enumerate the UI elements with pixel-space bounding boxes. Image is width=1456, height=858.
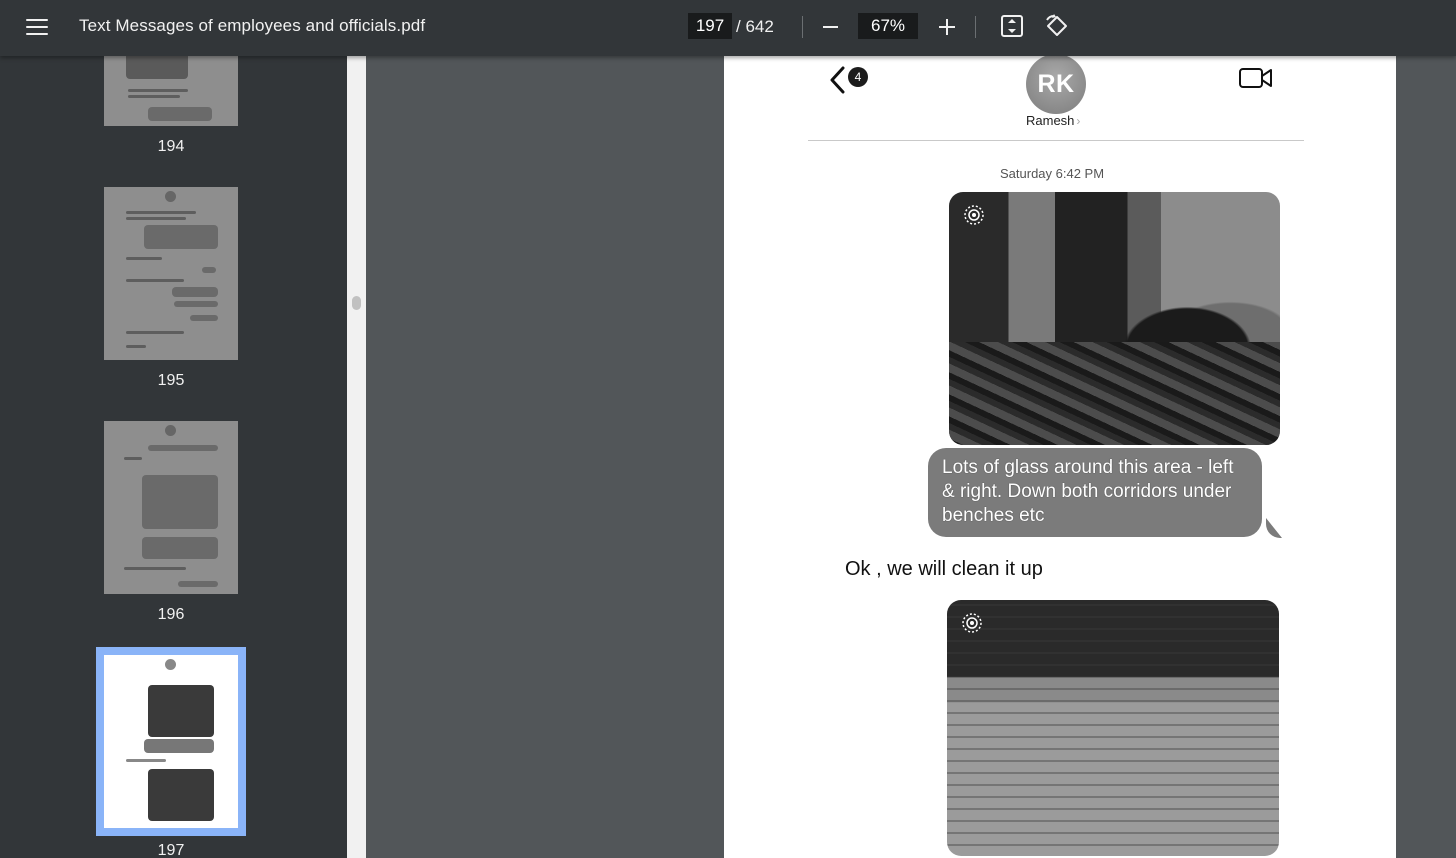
zoom-level-input[interactable]: 67% [858,13,918,39]
message-timestamp: Saturday 6:42 PM [1000,166,1105,181]
thumbnail-image [104,421,238,594]
incoming-message-bubble: Lots of glass around this area - left & … [928,448,1262,537]
header-divider [808,140,1304,141]
chevron-right-icon: › [1076,114,1081,128]
zoom-in-button[interactable] [936,14,958,38]
message-photo [947,600,1279,856]
live-photo-icon [963,204,985,231]
video-camera-icon [1239,67,1273,94]
page-total: / 642 [736,17,774,36]
page-number-input[interactable]: 197 [688,13,732,39]
document-title: Text Messages of employees and officials… [79,16,426,35]
sidebar-scrollbar-track[interactable] [347,56,366,858]
toolbar-divider [802,16,803,38]
fit-to-page-icon[interactable] [1000,14,1024,43]
thumbnail-image-active [96,647,246,836]
thumbnail-page-194[interactable]: 194 [104,56,238,155]
thumbnail-sidebar: 194 195 196 197 [0,56,347,858]
bubble-tail [1266,518,1282,538]
outgoing-message: Ok , we will clean it up [845,558,1043,580]
pdf-toolbar: Text Messages of employees and officials… [0,0,1456,56]
unread-count-badge: 4 [848,67,868,87]
rotate-icon[interactable] [1045,14,1069,43]
message-photo [949,192,1280,445]
pdf-page: 4 RK Ramesh › Saturday 6:42 PM Lots of gl… [724,56,1396,858]
thumbnail-image [104,187,238,360]
avatar: RK [1026,56,1086,114]
thumbnail-page-195[interactable]: 195 [104,187,238,389]
sidebar-scrollbar-thumb[interactable] [352,296,361,310]
thumbnail-label: 194 [157,138,185,155]
menu-icon[interactable] [24,16,50,38]
toolbar-divider [975,16,976,38]
live-photo-icon [961,612,983,639]
thumbnail-page-196[interactable]: 196 [104,421,238,623]
thumbnail-label: 197 [157,842,185,858]
chevron-left-icon [828,66,846,99]
contact-name-text: Ramesh [1026,113,1075,128]
zoom-out-button[interactable] [820,14,842,38]
thumbnail-label: 196 [157,606,185,623]
thumbnail-label: 195 [157,372,185,389]
thumbnail-page-197[interactable]: 197 [96,647,246,858]
contact-name: Ramesh › [1026,113,1080,128]
thumbnail-image [104,56,238,126]
